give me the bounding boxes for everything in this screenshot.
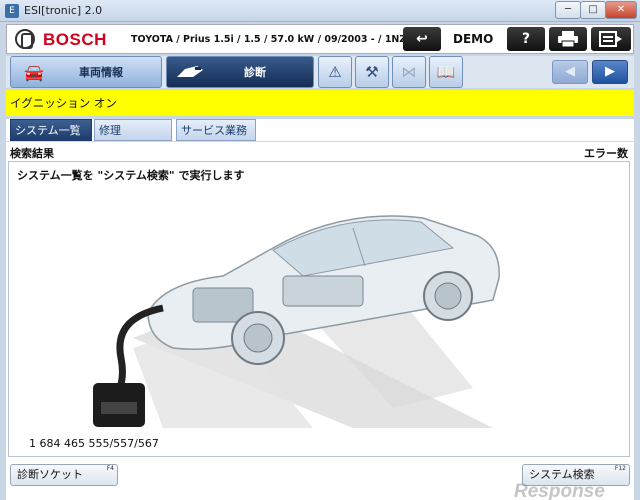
results-header: 検索結果: [10, 147, 54, 160]
diagnostic-socket-button[interactable]: 診断ソケット F4: [10, 464, 118, 486]
back-button[interactable]: ↩: [403, 27, 441, 51]
f12-key-hint: F12: [614, 465, 626, 472]
tab-vehicle-info[interactable]: 🚘 車両情報: [10, 56, 162, 88]
book-icon: 📖: [436, 63, 456, 81]
error-count-header: エラー数: [584, 147, 628, 160]
car-illustration: [53, 188, 513, 428]
prev-button[interactable]: ◀: [552, 60, 588, 84]
tab-diagnosis[interactable]: 診断: [166, 56, 314, 88]
window-title: ESI[tronic] 2.0: [24, 4, 103, 17]
window-titlebar: E ESI[tronic] 2.0 ─ □ ✕: [0, 0, 640, 22]
warning-button[interactable]: ⚠: [318, 56, 352, 88]
response-watermark: Response: [514, 481, 605, 500]
schematic-icon: ⋈: [401, 63, 417, 81]
system-search-label: システム検索: [529, 468, 595, 481]
arrow-left-icon: ◀: [565, 64, 575, 79]
tab-repair[interactable]: 修理: [94, 119, 172, 141]
menu-button[interactable]: [591, 27, 631, 51]
brand-name: BOSCH: [43, 30, 107, 49]
maximize-button[interactable]: □: [580, 1, 606, 19]
manual-button[interactable]: 📖: [429, 56, 463, 88]
f4-key-hint: F4: [106, 465, 114, 472]
tab-service[interactable]: サービス業務: [176, 119, 256, 141]
demo-label: DEMO: [453, 32, 494, 46]
menu-list-icon: [599, 31, 622, 47]
help-icon: ?: [521, 31, 531, 47]
tab-system-list[interactable]: システム一覧: [10, 119, 92, 141]
diagnosis-label: 診断: [244, 66, 266, 79]
bottom-bar: 診断ソケット F4 システム検索 F12 Response: [6, 459, 634, 500]
back-arrow-icon: ↩: [416, 31, 428, 47]
tools-button[interactable]: ⚒: [355, 56, 389, 88]
arrow-right-icon: ▶: [605, 64, 615, 79]
vehicle-info-label: 車両情報: [79, 66, 123, 79]
bosch-logo-icon: [15, 29, 35, 49]
connector-part-number: 1 684 465 555/557/567: [29, 437, 159, 450]
instruction-text: システム一覧を "システム検索" で実行します: [17, 169, 245, 182]
print-button[interactable]: [549, 27, 587, 51]
warning-icon: ⚠: [328, 63, 342, 81]
results-panel: システム一覧を "システム検索" で実行します 1 684 465 555/55…: [8, 161, 630, 457]
app-header: BOSCH TOYOTA / Prius 1.5i / 1.5 / 57.0 k…: [6, 24, 634, 54]
diagnostic-socket-label: 診断ソケット: [17, 468, 83, 481]
connector-icon: [173, 61, 207, 83]
main-content: 検索結果 エラー数 システム一覧を "システム検索" で実行します 1 684 …: [6, 141, 634, 459]
minimize-button[interactable]: ─: [555, 1, 581, 19]
printer-icon: [558, 31, 578, 48]
help-button[interactable]: ?: [507, 27, 545, 51]
car-icon: 🚘: [24, 62, 44, 82]
app-icon: E: [5, 4, 19, 18]
tools-icon: ⚒: [365, 63, 379, 81]
next-button[interactable]: ▶: [592, 60, 628, 84]
ignition-status-bar: イグニッション オン: [6, 90, 634, 116]
schematic-button[interactable]: ⋈: [392, 56, 426, 88]
main-toolbar: 🚘 車両情報 診断 ⚠ ⚒ ⋈ 📖 ◀ ▶: [6, 56, 634, 88]
vehicle-info-text: TOYOTA / Prius 1.5i / 1.5 / 57.0 kW / 09…: [131, 34, 427, 45]
sub-tabs: システム一覧 修理 サービス業務: [6, 119, 634, 141]
close-button[interactable]: ✕: [605, 1, 637, 19]
